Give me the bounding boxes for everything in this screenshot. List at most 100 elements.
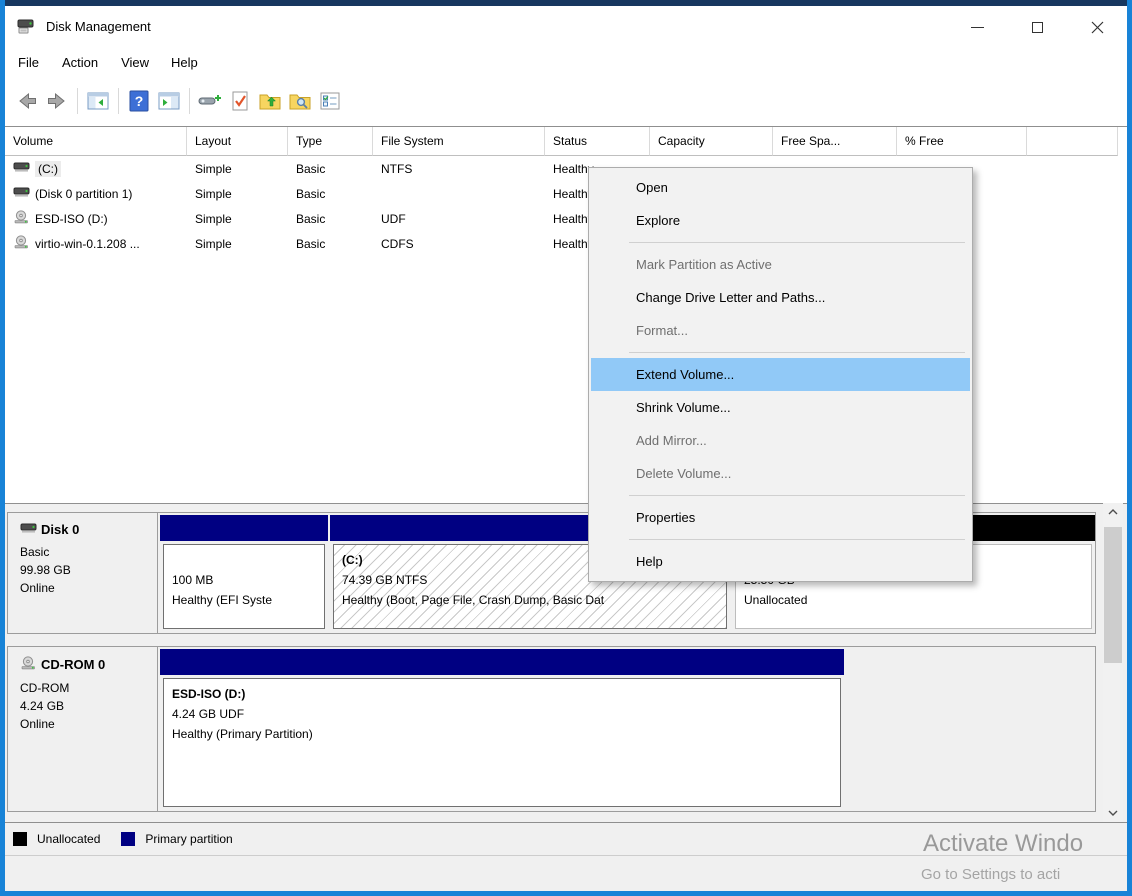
partition-bar (160, 515, 328, 541)
column-header-percent-free[interactable]: % Free (897, 127, 1027, 156)
volume-name: (C:) (35, 161, 61, 177)
menu-item-mark-partition-active: Mark Partition as Active (589, 248, 972, 281)
volume-name: ESD-ISO (D:) (35, 212, 108, 226)
disk-size: 4.24 GB (20, 697, 157, 715)
back-icon (15, 89, 39, 113)
disk-size: 99.98 GB (20, 561, 157, 579)
menu-item-help[interactable]: Help (589, 545, 972, 578)
toolbar-separator (77, 88, 78, 114)
menu-item-properties[interactable]: Properties (589, 501, 972, 534)
partition-bar (160, 649, 844, 675)
menu-separator (589, 534, 972, 545)
column-header-type[interactable]: Type (288, 127, 373, 156)
disk0-label[interactable]: Disk 0 Basic 99.98 GB Online (8, 513, 158, 633)
context-menu: Open Explore Mark Partition as Active Ch… (588, 167, 973, 582)
vertical-scrollbar[interactable] (1103, 503, 1123, 822)
unallocated-swatch (13, 832, 27, 846)
partition-size: 4.24 GB UDF (172, 704, 840, 724)
column-header-empty (1027, 127, 1118, 156)
folder-search-icon (288, 89, 312, 113)
menu-bar: File Action View Help (5, 48, 1127, 78)
partition-size: 100 MB (172, 570, 324, 590)
toolbar: ? (5, 78, 1127, 124)
partition-name (172, 550, 324, 570)
volume-type: Basic (288, 212, 373, 226)
menu-item-explore[interactable]: Explore (589, 204, 972, 237)
close-icon (1091, 21, 1104, 34)
folder-search-button[interactable] (285, 87, 315, 115)
partition-efi[interactable]: 100 MB Healthy (EFI Syste (160, 513, 328, 633)
menu-item-extend-volume[interactable]: Extend Volume... (591, 358, 970, 391)
show-console-tree-button[interactable] (83, 87, 113, 115)
cd-icon (20, 656, 37, 673)
disk-state: Online (20, 579, 157, 597)
menu-item-shrink-volume[interactable]: Shrink Volume... (589, 391, 972, 424)
window-title: Disk Management (46, 6, 151, 48)
primary-partition-swatch (121, 832, 135, 846)
scroll-up-button[interactable] (1103, 503, 1123, 521)
column-header-status[interactable]: Status (545, 127, 650, 156)
forward-button[interactable] (42, 87, 72, 115)
legend-bar: Unallocated Primary partition (5, 822, 1127, 855)
rescan-disks-button[interactable] (195, 87, 225, 115)
disk-kind: Basic (20, 543, 157, 561)
disk-icon (20, 522, 37, 537)
check-document-button[interactable] (225, 87, 255, 115)
window-border-top (0, 0, 1132, 6)
column-header-layout[interactable]: Layout (187, 127, 288, 156)
partition-status: Healthy (EFI Syste (172, 590, 324, 610)
menu-item-open[interactable]: Open (589, 171, 972, 204)
scrollbar-thumb[interactable] (1104, 527, 1122, 663)
disk-icon (13, 161, 30, 176)
cdrom0-label[interactable]: CD-ROM 0 CD-ROM 4.24 GB Online (8, 647, 158, 811)
menu-item-change-drive-letter[interactable]: Change Drive Letter and Paths... (589, 281, 972, 314)
back-button[interactable] (12, 87, 42, 115)
cd-icon (13, 235, 30, 252)
chevron-down-icon (1108, 810, 1118, 816)
disk-management-window: Disk Management File Action View Help (0, 0, 1132, 896)
partition-esd-iso[interactable]: ESD-ISO (D:) 4.24 GB UDF Healthy (Primar… (160, 647, 844, 811)
maximize-button[interactable] (1007, 6, 1067, 48)
legend-primary-label: Primary partition (145, 832, 232, 846)
scroll-down-button[interactable] (1103, 804, 1123, 822)
volume-fs: CDFS (373, 237, 545, 251)
menu-item-add-mirror: Add Mirror... (589, 424, 972, 457)
window-border-bottom (0, 891, 1132, 896)
help-button[interactable]: ? (124, 87, 154, 115)
cdrom0-row: CD-ROM 0 CD-ROM 4.24 GB Online ESD-ISO (… (7, 646, 1096, 812)
volume-layout: Simple (187, 187, 288, 201)
column-header-free-space[interactable]: Free Spa... (773, 127, 897, 156)
title-bar: Disk Management (5, 6, 1127, 48)
show-action-pane-button[interactable] (154, 87, 184, 115)
volume-list-header: Volume Layout Type File System Status Ca… (5, 127, 1127, 156)
minimize-icon (971, 27, 984, 28)
volume-fs: NTFS (373, 162, 545, 176)
checklist-button[interactable] (315, 87, 345, 115)
minimize-button[interactable] (947, 6, 1007, 48)
volume-name: (Disk 0 partition 1) (35, 187, 132, 201)
menu-separator (589, 237, 972, 248)
column-header-file-system[interactable]: File System (373, 127, 545, 156)
menu-item-format: Format... (589, 314, 972, 347)
partition-name: ESD-ISO (D:) (172, 684, 840, 704)
column-header-volume[interactable]: Volume (5, 127, 187, 156)
volume-layout: Simple (187, 212, 288, 226)
toolbar-separator (189, 88, 190, 114)
menu-action[interactable]: Action (50, 48, 110, 78)
menu-help[interactable]: Help (160, 48, 209, 78)
menu-file[interactable]: File (7, 48, 50, 78)
disk-kind: CD-ROM (20, 679, 157, 697)
folder-up-button[interactable] (255, 87, 285, 115)
check-document-icon (229, 89, 251, 113)
volume-fs: UDF (373, 212, 545, 226)
volume-type: Basic (288, 237, 373, 251)
menu-view[interactable]: View (110, 48, 160, 78)
disk-name: Disk 0 (41, 522, 79, 537)
menu-item-delete-volume: Delete Volume... (589, 457, 972, 490)
close-button[interactable] (1067, 6, 1127, 48)
chevron-up-icon (1108, 509, 1118, 515)
cd-icon (13, 210, 30, 227)
column-header-capacity[interactable]: Capacity (650, 127, 773, 156)
status-bar (5, 855, 1127, 891)
disk-icon (13, 186, 30, 201)
